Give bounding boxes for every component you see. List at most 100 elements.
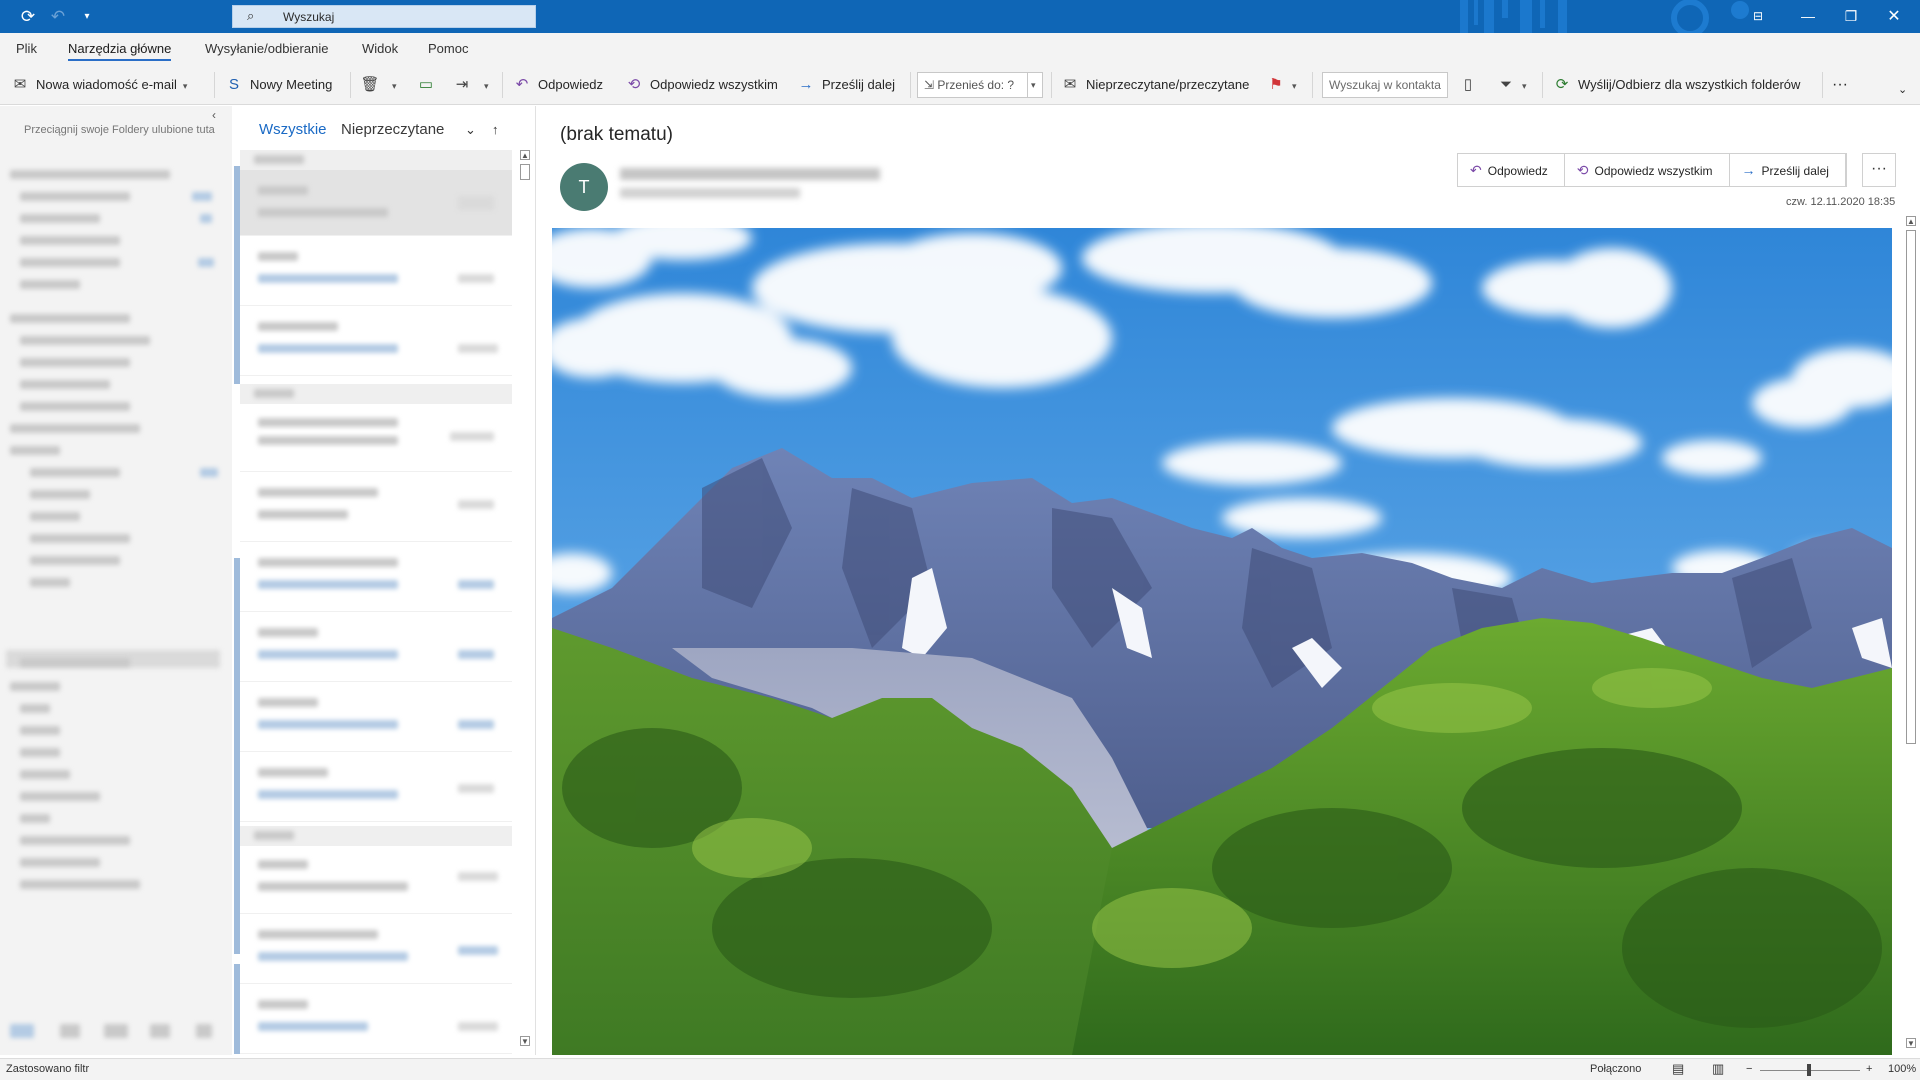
folder-item[interactable] xyxy=(20,814,50,823)
undo-icon[interactable]: ↶ xyxy=(47,6,69,28)
tab-file[interactable]: Plik xyxy=(16,41,37,56)
folder-item[interactable] xyxy=(20,236,120,245)
zoom-level[interactable]: 100% xyxy=(1888,1063,1916,1075)
folder-item[interactable] xyxy=(10,314,130,323)
nav-mail-icon[interactable] xyxy=(10,1024,34,1038)
delete-button[interactable]: 🗑 ▾ xyxy=(360,74,397,96)
message-row[interactable] xyxy=(240,310,512,376)
message-row[interactable] xyxy=(240,406,512,472)
folder-item[interactable] xyxy=(20,748,60,757)
reply-button[interactable]: ↶ Odpowiedz xyxy=(512,74,603,96)
quick-access-dropdown-icon[interactable]: ▾ xyxy=(76,6,98,28)
reply-button[interactable]: ↶ Odpowiedz xyxy=(1458,154,1565,186)
reading-pane-scrollbar[interactable]: ▲ ▼ xyxy=(1904,216,1918,1052)
chevron-down-icon[interactable]: ▾ xyxy=(1292,81,1297,91)
restore-icon[interactable]: ❐ xyxy=(1828,0,1874,33)
folder-item[interactable] xyxy=(30,578,70,587)
zoom-slider-thumb[interactable] xyxy=(1807,1064,1811,1076)
folder-item[interactable] xyxy=(30,490,90,499)
folder-item[interactable] xyxy=(20,658,130,667)
new-meeting-button[interactable]: S Nowy Meeting xyxy=(224,74,332,96)
folder-item[interactable] xyxy=(10,446,60,455)
message-list-scrollbar[interactable]: ▲ ▼ xyxy=(518,150,532,1050)
folder-item[interactable] xyxy=(20,858,100,867)
folder-item[interactable] xyxy=(20,836,130,845)
folder-item[interactable] xyxy=(30,556,120,565)
folder-item[interactable] xyxy=(20,792,100,801)
more-actions-button[interactable]: ··· xyxy=(1862,153,1896,187)
folder-item[interactable] xyxy=(20,258,120,267)
tab-unread[interactable]: Nieprzeczytane xyxy=(341,121,444,138)
nav-more-icon[interactable] xyxy=(196,1024,212,1038)
reply-all-button[interactable]: ⟲ Odpowiedz wszystkim xyxy=(624,74,778,96)
send-receive-all-button[interactable]: ⟳ Wyślij/Odbierz dla wszystkich folderów xyxy=(1552,74,1801,96)
folder-item[interactable] xyxy=(20,726,60,735)
unread-read-button[interactable]: ✉ Nieprzeczytane/przeczytane xyxy=(1060,74,1250,96)
quickstep-dropdown[interactable]: ▾ xyxy=(1027,72,1043,98)
folder-item[interactable] xyxy=(30,534,130,543)
chevron-down-icon[interactable]: ▾ xyxy=(183,81,188,91)
reply-all-button[interactable]: ⟲ Odpowiedz wszystkim xyxy=(1565,154,1730,186)
move-to-quickstep[interactable]: ⇲ Przenieś do: ? xyxy=(917,72,1043,98)
ribbon-display-icon[interactable]: ⊟ xyxy=(1735,0,1781,33)
scroll-down-icon[interactable]: ▼ xyxy=(520,1036,530,1046)
message-row[interactable] xyxy=(240,616,512,682)
sender-name[interactable] xyxy=(620,168,880,180)
folder-item[interactable] xyxy=(20,880,140,889)
flag-button[interactable]: ⚑ ▾ xyxy=(1266,74,1297,96)
chevron-down-icon[interactable]: ▾ xyxy=(484,81,489,91)
folder-item[interactable] xyxy=(20,402,130,411)
folder-item[interactable] xyxy=(10,424,140,433)
folder-item[interactable] xyxy=(20,280,80,289)
message-row[interactable] xyxy=(240,686,512,752)
folder-item[interactable] xyxy=(20,214,100,223)
group-header[interactable] xyxy=(240,384,512,404)
folder-item[interactable] xyxy=(20,192,130,201)
search-box[interactable]: ⌕ Wyszukaj xyxy=(232,5,536,28)
scroll-down-icon[interactable]: ▼ xyxy=(1906,1038,1916,1048)
forward-button[interactable]: → Prześlij dalej xyxy=(1730,154,1846,186)
folder-item[interactable] xyxy=(10,682,60,691)
message-row-selected[interactable] xyxy=(240,170,512,236)
zoom-slider[interactable] xyxy=(1760,1064,1860,1076)
tab-send-receive[interactable]: Wysyłanie/odbieranie xyxy=(205,41,328,56)
close-icon[interactable]: ✕ xyxy=(1871,0,1917,33)
group-header[interactable] xyxy=(240,826,512,846)
more-commands-button[interactable]: ··· xyxy=(1832,74,1848,96)
chevron-down-icon[interactable]: ▾ xyxy=(1522,81,1527,91)
scroll-thumb[interactable] xyxy=(520,164,530,180)
folder-item[interactable] xyxy=(20,358,130,367)
folder-item[interactable] xyxy=(30,512,80,521)
folder-item[interactable] xyxy=(20,770,70,779)
zoom-out-icon[interactable]: − xyxy=(1746,1063,1752,1075)
message-row[interactable] xyxy=(240,240,512,306)
filter-email-button[interactable]: ⏷ ▾ xyxy=(1496,74,1527,96)
collapse-pane-icon[interactable]: ‹ xyxy=(212,108,216,122)
chevron-down-icon[interactable]: ▾ xyxy=(392,81,397,91)
reading-view-icon[interactable]: ▥ xyxy=(1712,1061,1724,1077)
folder-item[interactable] xyxy=(20,380,110,389)
archive-button[interactable]: ▭ xyxy=(416,74,442,96)
message-row[interactable] xyxy=(240,756,512,822)
message-row[interactable] xyxy=(240,476,512,542)
forward-button[interactable]: → Prześlij dalej xyxy=(796,74,895,96)
sort-direction-icon[interactable]: ↑ xyxy=(492,122,499,137)
minimize-icon[interactable]: — xyxy=(1785,0,1831,33)
nav-tasks-icon[interactable] xyxy=(150,1024,170,1038)
tab-view[interactable]: Widok xyxy=(362,41,398,56)
search-contacts-field[interactable]: Wyszukaj w kontakta xyxy=(1322,72,1448,98)
scroll-up-icon[interactable]: ▲ xyxy=(1906,216,1916,226)
sender-avatar[interactable]: T xyxy=(560,163,608,211)
tab-home[interactable]: Narzędzia główne xyxy=(68,41,172,61)
message-row[interactable] xyxy=(240,848,512,914)
message-row[interactable] xyxy=(240,988,512,1054)
zoom-in-icon[interactable]: + xyxy=(1866,1063,1872,1075)
new-email-button[interactable]: ✉ Nowa wiadomość e-mail ▾ xyxy=(10,74,188,96)
nav-people-icon[interactable] xyxy=(104,1024,128,1038)
scroll-thumb[interactable] xyxy=(1906,230,1916,744)
folder-item[interactable] xyxy=(10,170,170,179)
sort-dropdown-icon[interactable]: ⌄ xyxy=(465,122,476,138)
nav-calendar-icon[interactable] xyxy=(60,1024,80,1038)
scroll-up-icon[interactable]: ▲ xyxy=(520,150,530,160)
ribbon-expand-icon[interactable]: ⌄ xyxy=(1898,79,1907,101)
